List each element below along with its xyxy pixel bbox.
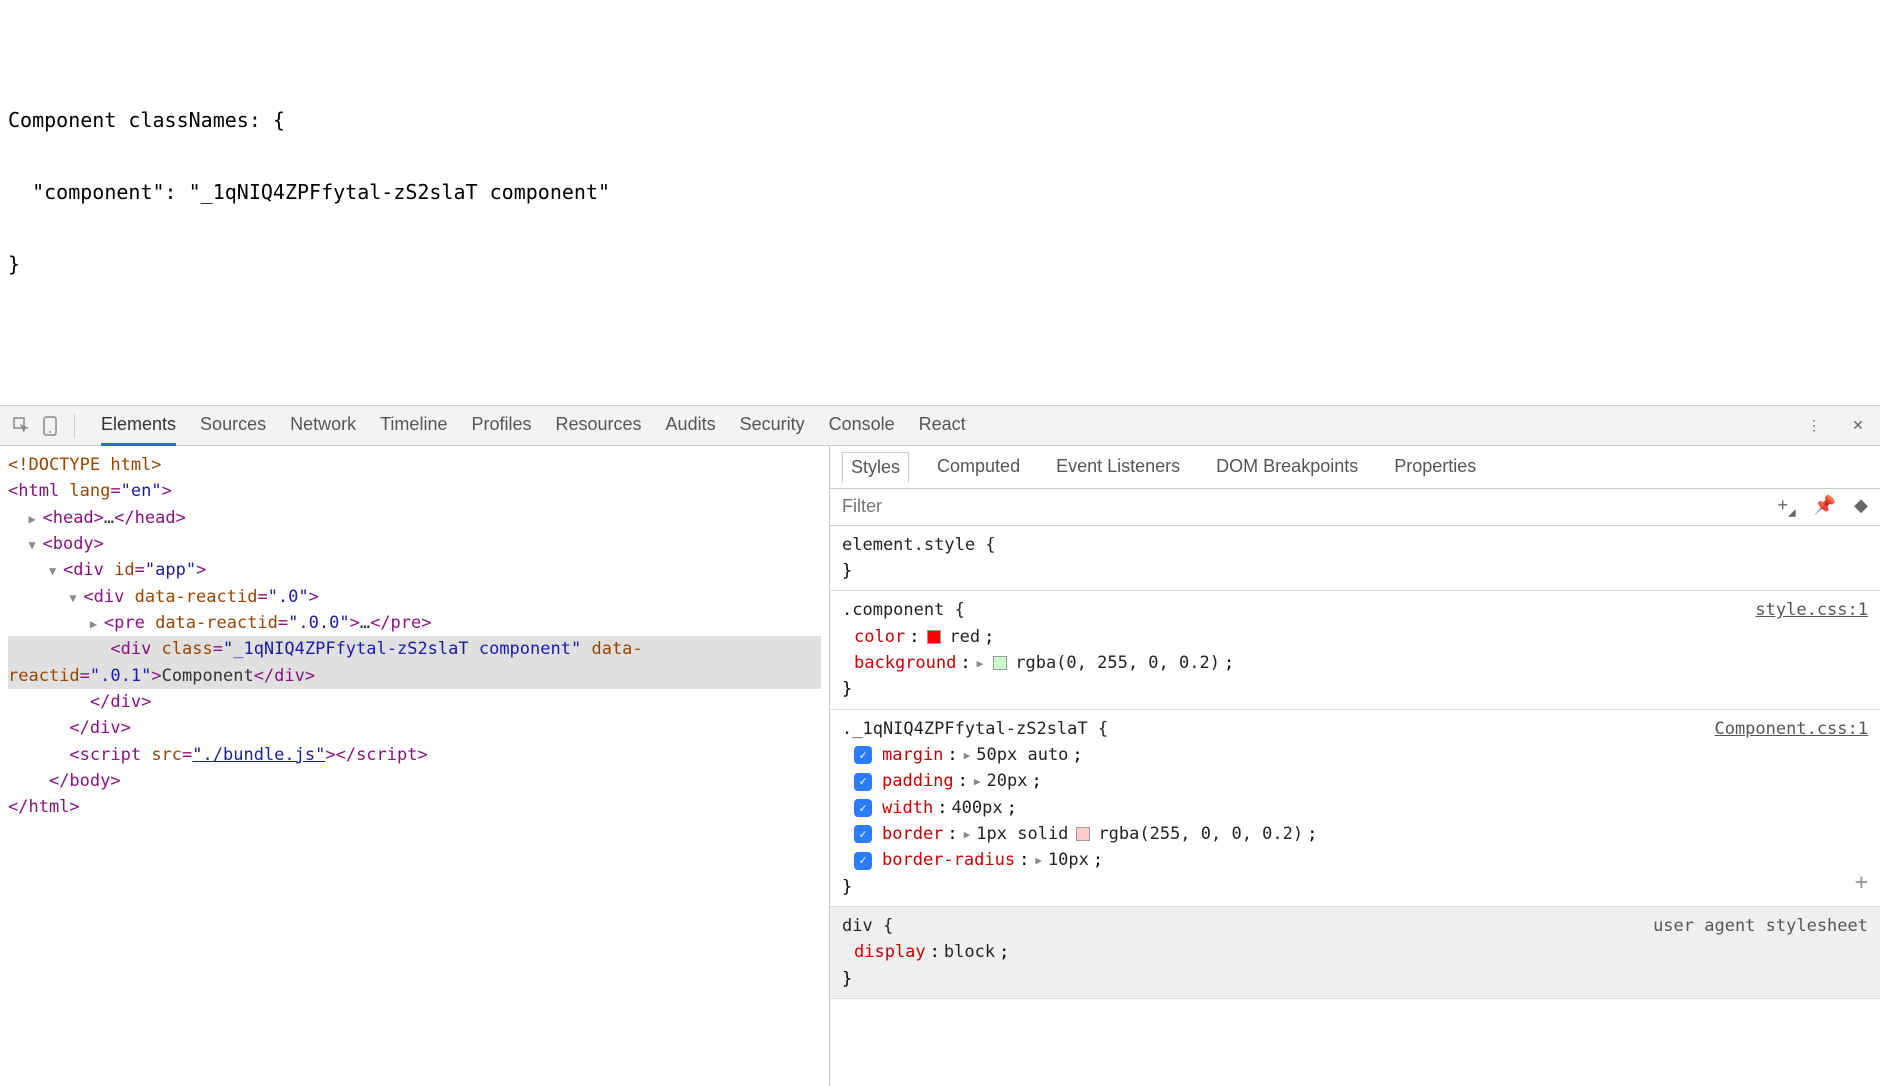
- color-swatch-icon[interactable]: [927, 630, 941, 644]
- expand-icon[interactable]: ▶: [28, 510, 42, 529]
- tab-sources[interactable]: Sources: [200, 406, 266, 446]
- tab-console[interactable]: Console: [829, 406, 895, 446]
- expand-icon[interactable]: ▶: [964, 747, 971, 764]
- expand-icon[interactable]: ▶: [964, 826, 971, 843]
- pre-line: }: [8, 252, 1872, 276]
- devtools-toolbar: Elements Sources Network Timeline Profil…: [0, 406, 1880, 446]
- subtab-styles[interactable]: Styles: [842, 452, 909, 483]
- css-declaration[interactable]: ✓margin:▶50px auto;: [842, 742, 1868, 768]
- collapse-icon[interactable]: ▼: [49, 562, 63, 581]
- inspect-element-icon[interactable]: [8, 412, 36, 440]
- page-viewport: Component classNames: { "component": "_1…: [0, 0, 1880, 405]
- styles-panel: Styles Computed Event Listeners DOM Brea…: [830, 446, 1880, 1086]
- color-swatch-icon[interactable]: [1076, 827, 1090, 841]
- rule-close: }: [842, 561, 852, 581]
- rule-selector: .component {: [842, 600, 965, 620]
- expand-icon[interactable]: ▶: [974, 773, 981, 790]
- dom-line[interactable]: </html>: [8, 794, 821, 820]
- rule-user-agent[interactable]: user agent stylesheet div { display: blo…: [830, 907, 1880, 999]
- checkbox-icon[interactable]: ✓: [854, 746, 872, 764]
- dom-line[interactable]: ▼<div data-reactid=".0">: [8, 584, 821, 610]
- close-icon[interactable]: ✕: [1844, 412, 1872, 440]
- toolbar-separator: [74, 414, 75, 438]
- styles-filter-input[interactable]: [842, 496, 1778, 517]
- rule-source-link[interactable]: Component.css:1: [1714, 716, 1868, 742]
- pin-icon[interactable]: 📌: [1814, 495, 1836, 519]
- css-declaration[interactable]: ✓padding:▶20px;: [842, 768, 1868, 794]
- rule-selector: ._1qNIQ4ZPFfytal-zS2slaT {: [842, 719, 1108, 739]
- more-icon[interactable]: ⋮: [1800, 412, 1828, 440]
- css-declaration: display: block;: [842, 939, 1868, 965]
- filter-icons: +◢ 📌 ◆: [1778, 495, 1868, 519]
- subtab-dom-breakpoints[interactable]: DOM Breakpoints: [1208, 452, 1366, 482]
- checkbox-icon[interactable]: ✓: [854, 799, 872, 817]
- devtools: Elements Sources Network Timeline Profil…: [0, 405, 1880, 1086]
- classnames-pre: Component classNames: { "component": "_1…: [8, 60, 1872, 324]
- rule-selector: element.style {: [842, 535, 996, 555]
- tab-profiles[interactable]: Profiles: [471, 406, 531, 446]
- checkbox-icon[interactable]: ✓: [854, 825, 872, 843]
- add-rule-icon[interactable]: +◢: [1778, 495, 1796, 519]
- hov-icon[interactable]: ◆: [1854, 495, 1868, 519]
- rule-close: }: [842, 969, 852, 989]
- subtab-event-listeners[interactable]: Event Listeners: [1048, 452, 1188, 482]
- css-declaration[interactable]: color: red;: [842, 624, 1868, 650]
- rule-element-style[interactable]: element.style { }: [830, 526, 1880, 592]
- tab-security[interactable]: Security: [740, 406, 805, 446]
- checkbox-icon[interactable]: ✓: [854, 852, 872, 870]
- dom-line[interactable]: ▶<pre data-reactid=".0.0">…</pre>: [8, 610, 821, 636]
- dom-line[interactable]: </div>: [8, 689, 821, 715]
- rule-source-link[interactable]: style.css:1: [1755, 597, 1868, 623]
- css-declaration[interactable]: ✓border:▶1px solid rgba(255, 0, 0, 0.2);: [842, 821, 1868, 847]
- pre-line: "component": "_1qNIQ4ZPFfytal-zS2slaT co…: [8, 180, 1872, 204]
- dom-line[interactable]: ▼<div id="app">: [8, 557, 821, 583]
- color-swatch-icon[interactable]: [993, 656, 1007, 670]
- styles-tabs: Styles Computed Event Listeners DOM Brea…: [830, 446, 1880, 489]
- tab-audits[interactable]: Audits: [666, 406, 716, 446]
- subtab-computed[interactable]: Computed: [929, 452, 1028, 482]
- dom-line[interactable]: ▼<body>: [8, 531, 821, 557]
- devtools-body: <!DOCTYPE html> <html lang="en"> ▶<head>…: [0, 446, 1880, 1086]
- rule-component[interactable]: style.css:1 .component { color: red; bac…: [830, 591, 1880, 709]
- tab-resources[interactable]: Resources: [556, 406, 642, 446]
- dom-line[interactable]: </body>: [8, 768, 821, 794]
- expand-icon[interactable]: ▶: [1035, 852, 1042, 869]
- tab-react[interactable]: React: [919, 406, 966, 446]
- tab-elements[interactable]: Elements: [101, 406, 176, 446]
- rule-selector: div {: [842, 916, 893, 936]
- pre-line: Component classNames: {: [8, 108, 1872, 132]
- rule-hashed-class[interactable]: Component.css:1 ._1qNIQ4ZPFfytal-zS2slaT…: [830, 710, 1880, 907]
- expand-icon[interactable]: ▶: [977, 655, 984, 672]
- dom-line[interactable]: <html lang="en">: [8, 478, 821, 504]
- dom-line[interactable]: </div>: [8, 715, 821, 741]
- css-declaration[interactable]: ✓border-radius:▶10px;: [842, 847, 1868, 873]
- styles-filter-bar: +◢ 📌 ◆: [830, 489, 1880, 526]
- tab-network[interactable]: Network: [290, 406, 356, 446]
- css-declaration[interactable]: ✓width: 400px;: [842, 795, 1868, 821]
- dom-panel[interactable]: <!DOCTYPE html> <html lang="en"> ▶<head>…: [0, 446, 830, 1086]
- collapse-icon[interactable]: ▼: [69, 589, 83, 608]
- checkbox-icon[interactable]: ✓: [854, 773, 872, 791]
- rule-source-label: user agent stylesheet: [1653, 913, 1868, 939]
- toolbar-right: ⋮ ✕: [1800, 412, 1872, 440]
- subtab-properties[interactable]: Properties: [1386, 452, 1484, 482]
- devtools-tabs: Elements Sources Network Timeline Profil…: [101, 406, 966, 446]
- css-declaration[interactable]: background:▶rgba(0, 255, 0, 0.2);: [842, 650, 1868, 676]
- device-mode-icon[interactable]: [36, 412, 64, 440]
- rule-close: }: [842, 679, 852, 699]
- dom-line[interactable]: <!DOCTYPE html>: [8, 452, 821, 478]
- add-declaration-icon[interactable]: +: [1855, 866, 1868, 900]
- tab-timeline[interactable]: Timeline: [380, 406, 447, 446]
- expand-icon[interactable]: ▶: [90, 615, 104, 634]
- dom-line-selected[interactable]: <div class="_1qNIQ4ZPFfytal-zS2slaT comp…: [8, 636, 821, 689]
- dom-line[interactable]: ▶<head>…</head>: [8, 505, 821, 531]
- collapse-icon[interactable]: ▼: [28, 536, 42, 555]
- dom-line[interactable]: <script src="./bundle.js"></script>: [8, 742, 821, 768]
- rule-close: }: [842, 877, 852, 897]
